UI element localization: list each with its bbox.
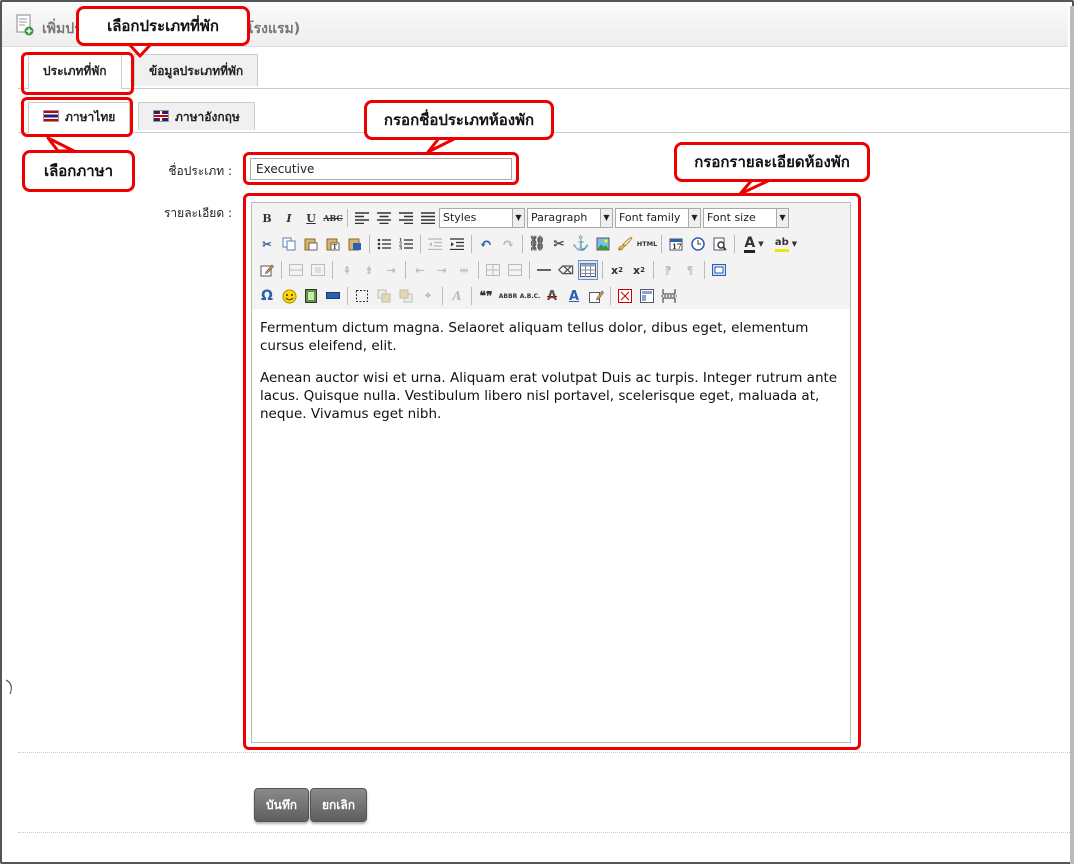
callout-select-language: เลือกภาษา <box>22 150 135 192</box>
callout-select-type: เลือกประเภทที่พัก <box>76 6 250 46</box>
callout-enter-type-name: กรอกชื่อประเภทห้องพัก <box>364 100 554 140</box>
callout-enter-details: กรอกรายละเอียดห้องพัก <box>674 142 870 182</box>
